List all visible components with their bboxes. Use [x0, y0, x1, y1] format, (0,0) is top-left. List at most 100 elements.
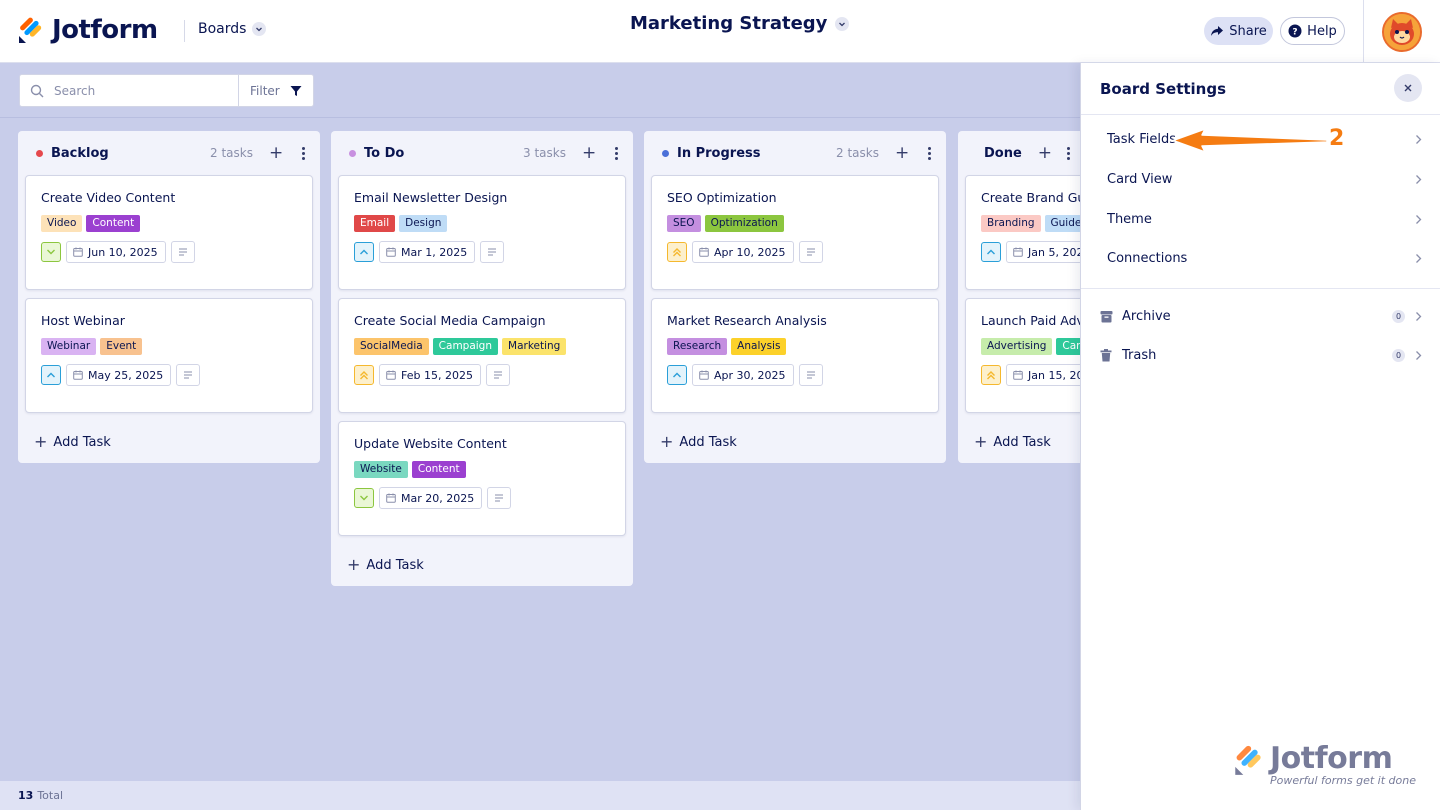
task-meta: Mar 20, 2025	[354, 487, 611, 509]
priority-high-icon[interactable]	[981, 365, 1001, 385]
user-avatar[interactable]	[1382, 12, 1422, 52]
priority-medium-icon[interactable]	[667, 365, 687, 385]
jotform-watermark: Jotform Powerful forms get it done	[1234, 741, 1416, 787]
due-date-chip[interactable]: Mar 1, 2025	[379, 241, 476, 263]
add-task-button[interactable]: + Add Task	[331, 544, 633, 586]
add-task-icon[interactable]: +	[582, 144, 596, 162]
tag: Content	[86, 215, 141, 232]
task-card[interactable]: Host Webinar Webinar Event May 25, 2025	[25, 298, 313, 413]
tag: Video	[41, 215, 83, 232]
tag: Email	[354, 215, 396, 232]
header-divider	[1363, 0, 1364, 63]
tag: Event	[100, 338, 143, 355]
due-date-chip[interactable]: Jun 10, 2025	[66, 241, 166, 263]
due-date-chip[interactable]: Mar 20, 2025	[379, 487, 483, 509]
add-task-button[interactable]: + Add Task	[18, 421, 320, 463]
description-icon[interactable]	[485, 364, 510, 386]
more-options-icon[interactable]	[611, 146, 621, 160]
chevron-right-icon	[1415, 311, 1423, 322]
plus-icon: +	[974, 432, 988, 451]
task-card[interactable]: Create Video Content Video Content Jun 10, …	[25, 175, 313, 290]
settings-item-trash[interactable]: Trash 0	[1100, 343, 1423, 367]
task-card[interactable]: Create Social Media Campaign SocialMedia C…	[338, 298, 626, 413]
task-card[interactable]: Launch Paid Advertising AdvertisingCampai…	[965, 298, 1080, 413]
settings-item-archive[interactable]: Archive 0	[1100, 304, 1423, 328]
help-label: Help	[1307, 23, 1337, 39]
description-icon[interactable]	[170, 241, 195, 263]
chevron-right-icon	[1415, 214, 1423, 225]
priority-medium-icon[interactable]	[354, 242, 374, 262]
settings-item-theme[interactable]: Theme	[1107, 207, 1423, 231]
cat-avatar-icon	[1384, 14, 1420, 50]
calendar-icon	[386, 493, 396, 503]
search-input[interactable]	[54, 83, 224, 98]
tag: Advertising	[981, 338, 1053, 355]
settings-item-connections[interactable]: Connections	[1107, 246, 1423, 270]
add-task-label: Add Task	[679, 434, 737, 450]
chevron-right-icon	[1415, 174, 1423, 185]
description-icon[interactable]	[487, 487, 512, 509]
description-icon[interactable]	[798, 364, 823, 386]
task-card[interactable]: Update Website Content Website Content Mar …	[338, 421, 626, 536]
due-date-chip[interactable]: May 25, 2025	[66, 364, 172, 386]
priority-medium-icon[interactable]	[41, 365, 61, 385]
add-task-icon[interactable]: +	[269, 144, 283, 162]
task-meta: Jan 5, 2025	[981, 241, 1080, 263]
help-button[interactable]: ? Help	[1280, 17, 1345, 45]
tag: Research	[667, 338, 728, 355]
tag: Content	[411, 461, 466, 478]
more-options-icon[interactable]	[924, 146, 934, 160]
archive-box-icon	[1100, 310, 1114, 323]
add-task-label: Add Task	[53, 434, 111, 450]
due-date-chip[interactable]: Jan 15, 2025	[1006, 364, 1080, 386]
task-meta: Jun 10, 2025	[41, 241, 298, 263]
close-icon	[1404, 84, 1412, 92]
jotform-logo[interactable]: Jotform	[18, 15, 158, 45]
task-count: 2 tasks	[836, 146, 879, 160]
tag: Website	[354, 461, 408, 478]
task-card[interactable]: Create Brand Guidelines BrandingGuideline…	[965, 175, 1080, 290]
task-meta: Feb 15, 2025	[354, 364, 611, 386]
description-icon[interactable]	[798, 241, 823, 263]
add-task-button[interactable]: + Add Task	[958, 421, 1080, 463]
share-arrow-icon	[1211, 26, 1224, 36]
due-date-chip[interactable]: Apr 10, 2025	[692, 241, 794, 263]
tag-list: Research Analysis	[667, 338, 924, 355]
watermark-brand: Jotform	[1270, 741, 1393, 776]
due-date: Jan 15, 2025	[1028, 368, 1080, 382]
add-task-button[interactable]: + Add Task	[644, 421, 946, 463]
boards-dropdown[interactable]: Boards	[198, 21, 267, 37]
priority-low-icon[interactable]	[354, 488, 374, 508]
close-button[interactable]	[1394, 74, 1422, 102]
due-date: Mar 1, 2025	[401, 245, 468, 259]
more-options-icon[interactable]	[1066, 146, 1070, 160]
due-date-chip[interactable]: Jan 5, 2025	[1006, 241, 1080, 263]
add-task-icon[interactable]: +	[1038, 144, 1052, 162]
divider	[1081, 288, 1440, 289]
share-button[interactable]: Share	[1204, 17, 1273, 45]
archive-count: 0	[1392, 309, 1405, 323]
add-task-icon[interactable]: +	[895, 144, 909, 162]
task-card[interactable]: Market Research Analysis Research Analysis…	[651, 298, 939, 413]
task-title: Update Website Content	[354, 436, 507, 451]
status-dot	[662, 149, 669, 157]
due-date-chip[interactable]: Feb 15, 2025	[379, 364, 481, 386]
trash-label: Trash	[1122, 347, 1157, 363]
filter-button[interactable]: Filter	[238, 74, 314, 107]
due-date-chip[interactable]: Apr 30, 2025	[692, 364, 794, 386]
add-task-label: Add Task	[366, 557, 424, 573]
priority-high-icon[interactable]	[354, 365, 374, 385]
priority-high-icon[interactable]	[667, 242, 687, 262]
board-title-dropdown[interactable]: Marketing Strategy	[630, 13, 850, 34]
task-card[interactable]: SEO Optimization SEO Optimization Apr 10, 2…	[651, 175, 939, 290]
column-in-progress: In Progress 2 tasks + SEO Optimization SEO Op…	[644, 131, 946, 463]
settings-item-label: Theme	[1107, 211, 1152, 227]
priority-low-icon[interactable]	[41, 242, 61, 262]
header-divider	[184, 20, 185, 42]
more-options-icon[interactable]	[298, 146, 308, 160]
description-icon[interactable]	[176, 364, 201, 386]
description-icon[interactable]	[480, 241, 505, 263]
task-card[interactable]: Email Newsletter Design Email Design Mar 1,…	[338, 175, 626, 290]
settings-item-card-view[interactable]: Card View	[1107, 167, 1423, 191]
priority-medium-icon[interactable]	[981, 242, 1001, 262]
